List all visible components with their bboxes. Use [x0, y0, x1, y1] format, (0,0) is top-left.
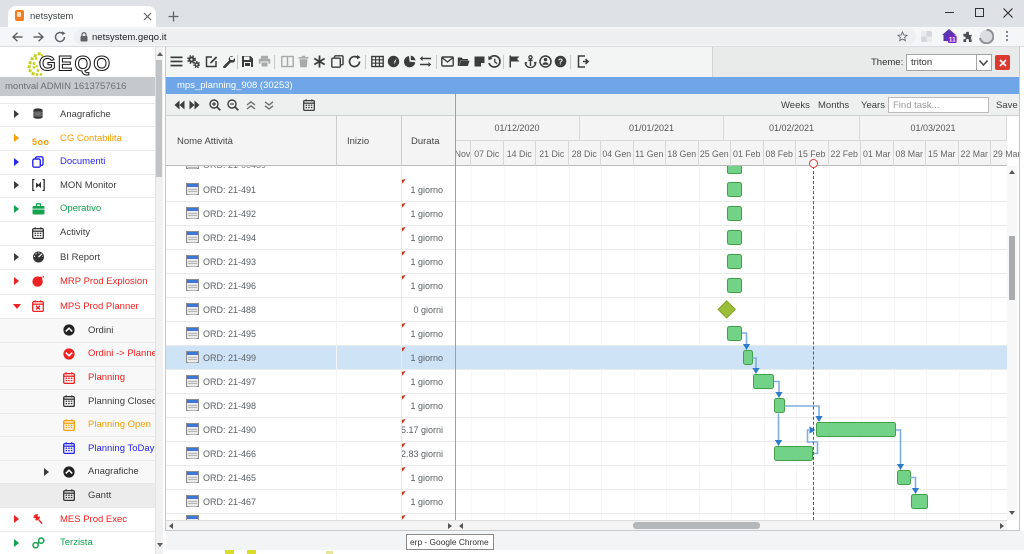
svg-text:11: 11	[949, 37, 956, 44]
svg-text:GEQO: GEQO	[39, 52, 112, 76]
svg-text:?: ?	[558, 56, 563, 66]
